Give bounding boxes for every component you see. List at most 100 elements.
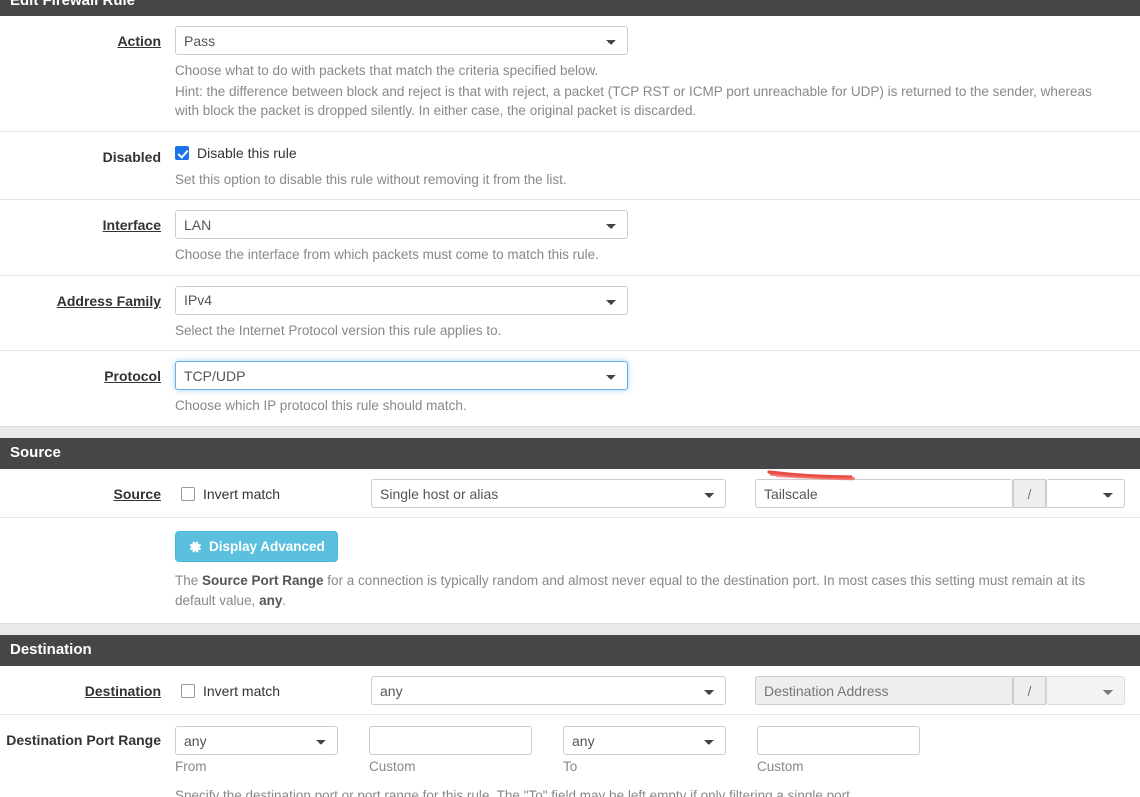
protocol-help: Choose which IP protocol this rule shoul… (175, 398, 467, 414)
pfsense-firewall-rule-page: Edit Firewall Rule Action Pass Choose wh… (0, 0, 1140, 797)
destination-type-select[interactable]: any (371, 676, 726, 706)
destination-address-input[interactable] (755, 676, 1013, 706)
destination-panel: Destination Destination Invert match any… (0, 634, 1140, 797)
disable-rule-checkbox[interactable] (175, 145, 189, 160)
address-family-label-col: Address Family (0, 286, 175, 309)
destination-port-range-help: Specify the destination port or port ran… (175, 788, 854, 797)
source-heading: Source (0, 437, 1140, 470)
display-advanced-button[interactable]: Display Advanced (175, 531, 338, 563)
help-bold-source-port-range: Source Port Range (202, 573, 324, 589)
address-family-help: Select the Internet Protocol version thi… (175, 322, 502, 338)
port-range-controls: any From Custom any To Custom (175, 726, 1130, 774)
destination-invert-row[interactable]: Invert match (181, 683, 371, 699)
edit-firewall-rule-panel: Edit Firewall Rule Action Pass Choose wh… (0, 0, 1140, 427)
port-from-sublabel: From (175, 759, 207, 775)
source-cidr-select[interactable] (1046, 479, 1125, 509)
panel-gap-2 (0, 623, 1140, 635)
source-address-input[interactable] (755, 479, 1013, 509)
row-destination-port-range: Destination Port Range any From Custom a… (0, 715, 1140, 797)
port-from-select[interactable]: any (175, 726, 338, 756)
panel-gap-1 (0, 426, 1140, 438)
port-from-custom-input[interactable] (369, 726, 532, 756)
edit-firewall-rule-body: Action Pass Choose what to do with packe… (0, 16, 1140, 426)
destination-body: Destination Invert match any Destination… (0, 666, 1140, 797)
interface-label-col: Interface (0, 210, 175, 233)
source-type-select[interactable]: Single host or alias (371, 479, 726, 509)
source-body: Source Invert match Single host or alias (0, 469, 1140, 623)
disable-rule-checkbox-label: Disable this rule (197, 144, 297, 161)
interface-control-col: LAN Choose the interface from which pack… (175, 210, 1140, 265)
source-invert-label: Invert match (203, 485, 281, 502)
row-source-advanced: Display Advanced The Source Port Range f… (0, 518, 1140, 623)
source-invert-block: Invert match (175, 486, 371, 502)
address-family-control-col: IPv4 Select the Internet Protocol versio… (175, 285, 1140, 341)
disabled-label-col: Disabled (0, 142, 175, 165)
port-from-custom-cell: Custom (369, 726, 532, 774)
port-from-cell: any From (175, 726, 338, 774)
port-to-custom-sublabel: Custom (757, 759, 804, 775)
row-source: Source Invert match Single host or alias (0, 469, 1140, 519)
destination-cidr-select[interactable] (1046, 676, 1125, 706)
destination-control-col: Invert match any / (175, 676, 1140, 706)
action-help-line2: Hint: the difference between block and r… (175, 83, 1092, 119)
source-label: Source (113, 486, 161, 503)
interface-label: Interface (102, 217, 161, 234)
source-invert-checkbox[interactable] (181, 486, 195, 501)
port-to-cell: any To (563, 726, 726, 774)
port-to-select[interactable]: any (563, 726, 726, 756)
source-address-group: / (755, 479, 1125, 509)
source-advanced-label-col (0, 531, 175, 538)
interface-select[interactable]: LAN (175, 210, 628, 240)
edit-firewall-rule-heading: Edit Firewall Rule (0, 0, 1140, 16)
port-to-custom-cell: Custom (757, 726, 920, 774)
disabled-help: Set this option to disable this rule wit… (175, 171, 567, 187)
row-address-family: Address Family IPv4 Select the Internet … (0, 275, 1140, 352)
display-advanced-label: Display Advanced (209, 539, 325, 555)
protocol-control-col: TCP/UDP Choose which IP protocol this ru… (175, 361, 1140, 416)
help-bold-any: any (259, 593, 283, 608)
disabled-label: Disabled (102, 148, 161, 165)
destination-invert-checkbox[interactable] (181, 683, 195, 698)
destination-heading: Destination (0, 634, 1140, 667)
action-label-col: Action (0, 26, 175, 49)
destination-port-range-label: Destination Port Range (6, 732, 161, 749)
destination-port-range-control-col: any From Custom any To Custom Specify th… (175, 726, 1140, 797)
action-label: Action (117, 33, 161, 49)
action-select[interactable]: Pass (175, 26, 628, 55)
gear-icon (188, 540, 202, 554)
destination-port-range-label-col: Destination Port Range (0, 726, 175, 748)
source-port-range-help: The Source Port Range for a connection i… (175, 571, 1105, 610)
action-control-col: Pass Choose what to do with packets that… (175, 26, 1140, 121)
protocol-select[interactable]: TCP/UDP (175, 361, 628, 391)
destination-label-col: Destination (0, 676, 175, 699)
address-family-select[interactable]: IPv4 (175, 285, 628, 315)
interface-help: Choose the interface from which packets … (175, 247, 599, 263)
disabled-control-col: Disable this rule Set this option to dis… (175, 142, 1140, 190)
source-title: Source (10, 443, 61, 461)
row-interface: Interface LAN Choose the interface from … (0, 200, 1140, 276)
protocol-label: Protocol (104, 368, 161, 385)
row-action: Action Pass Choose what to do with packe… (0, 16, 1140, 132)
help-suffix: . (282, 593, 287, 608)
destination-invert-block: Invert match (175, 683, 371, 699)
disable-rule-checkbox-row[interactable]: Disable this rule (175, 142, 1130, 161)
edit-firewall-rule-title: Edit Firewall Rule (10, 0, 136, 9)
destination-address-row: Invert match any / (175, 676, 1130, 706)
source-advanced-control-col: Display Advanced The Source Port Range f… (175, 531, 1140, 610)
port-from-custom-sublabel: Custom (369, 759, 416, 775)
source-panel: Source Source Invert match Single host o… (0, 437, 1140, 624)
help-prefix: The (175, 573, 203, 589)
protocol-label-col: Protocol (0, 361, 175, 384)
port-to-custom-input[interactable] (757, 726, 920, 756)
row-destination: Destination Invert match any Destination… (0, 666, 1140, 716)
source-invert-row[interactable]: Invert match (181, 486, 371, 502)
row-protocol: Protocol TCP/UDP Choose which IP protoco… (0, 351, 1140, 426)
address-family-label: Address Family (56, 292, 161, 309)
destination-invert-label: Invert match (203, 682, 281, 699)
source-slash-separator: / (1013, 479, 1046, 509)
action-help-line1: Choose what to do with packets that matc… (175, 63, 599, 78)
destination-address-group: / (755, 676, 1125, 706)
destination-slash-separator: / (1013, 676, 1046, 706)
source-label-col: Source (0, 479, 175, 502)
destination-label: Destination (84, 683, 161, 700)
